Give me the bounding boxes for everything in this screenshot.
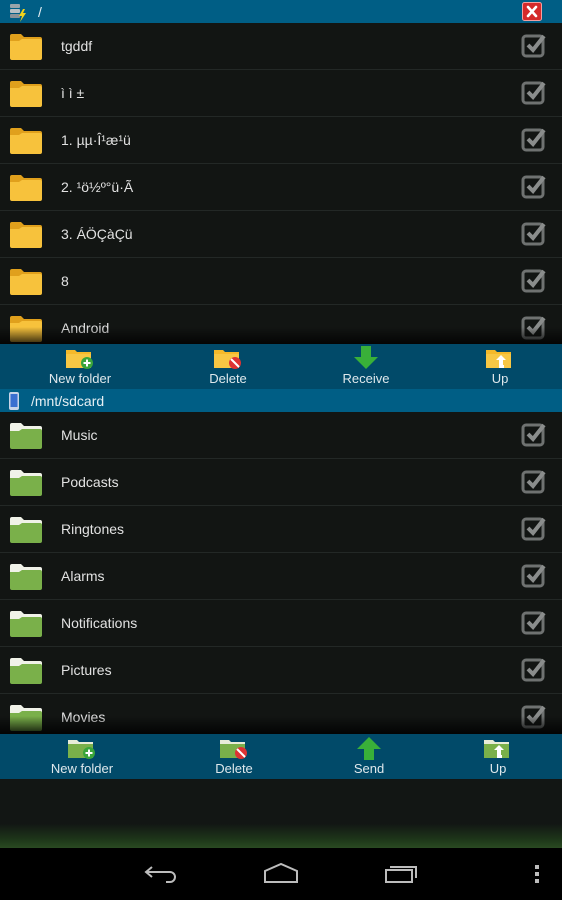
folder-row[interactable]: 1. µµ·Î¹æ¹ü (0, 117, 562, 164)
select-checkbox[interactable] (521, 174, 547, 200)
receive-button[interactable]: Receive (336, 344, 396, 389)
arrow-down-icon (354, 346, 378, 369)
new-folder-button[interactable]: New folder (40, 344, 120, 389)
new-folder-icon (68, 740, 95, 759)
folder-name: Android (61, 320, 110, 336)
select-checkbox[interactable] (521, 80, 547, 106)
folder-name: Pictures (61, 662, 112, 678)
folder-icon (10, 657, 42, 684)
folder-name: Notifications (61, 615, 138, 631)
root-storage-icon (10, 3, 26, 22)
folder-icon (10, 268, 42, 295)
receive-label: Receive (342, 371, 390, 386)
top-path-bar: / (0, 0, 562, 23)
select-checkbox[interactable] (521, 704, 547, 730)
current-path: / (38, 3, 42, 20)
folder-row[interactable]: Pictures (0, 647, 562, 694)
select-checkbox[interactable] (521, 127, 547, 153)
folder-row[interactable]: tgddf (0, 23, 562, 70)
folder-row[interactable]: Android (0, 305, 562, 345)
folder-name: 1. µµ·Î¹æ¹ü (61, 132, 131, 148)
folder-name: ì ì ± (61, 85, 85, 101)
select-checkbox[interactable] (521, 33, 547, 59)
send-button[interactable]: Send (339, 734, 399, 779)
delete-label: Delete (209, 371, 247, 386)
folder-icon (10, 516, 42, 543)
send-label: Send (353, 761, 385, 776)
folder-icon (10, 33, 42, 60)
up-label: Up (489, 761, 507, 776)
folder-icon (10, 174, 42, 201)
arrow-up-icon (357, 737, 381, 760)
recent-apps-icon[interactable] (383, 862, 421, 886)
folder-icon (10, 422, 42, 449)
folder-name: Music (61, 427, 98, 443)
current-path: /mnt/sdcard (31, 392, 105, 409)
folder-name: Podcasts (61, 474, 119, 490)
system-navigation-bar (0, 848, 562, 900)
select-checkbox[interactable] (521, 268, 547, 294)
new-folder-icon (66, 350, 93, 369)
folder-row[interactable]: Notifications (0, 600, 562, 647)
folder-name: Ringtones (61, 521, 125, 537)
back-icon[interactable] (142, 862, 180, 886)
bottom-toolbar: New folder Delete Send Up (0, 734, 562, 779)
folder-row[interactable]: Music (0, 412, 562, 459)
folder-name: Movies (61, 709, 106, 725)
delete-folder-icon (220, 740, 247, 759)
overflow-menu-icon[interactable] (532, 862, 542, 886)
folder-name: 3. ÁÖÇàÇü (61, 226, 133, 242)
folder-row[interactable]: Movies (0, 694, 562, 734)
folder-up-icon (484, 740, 509, 758)
top-toolbar: New folder Delete Receive Up (0, 344, 562, 389)
home-icon[interactable] (262, 862, 300, 886)
folder-name: Alarms (61, 568, 105, 584)
select-checkbox[interactable] (521, 469, 547, 495)
select-checkbox[interactable] (521, 516, 547, 542)
folder-name: 2. ¹ö½º°ü·Ã (61, 179, 134, 195)
folder-icon (10, 221, 42, 248)
select-checkbox[interactable] (521, 610, 547, 636)
new-folder-button[interactable]: New folder (42, 734, 122, 779)
folder-row[interactable]: 2. ¹ö½º°ü·Ã (0, 164, 562, 211)
folder-icon (10, 127, 42, 154)
select-checkbox[interactable] (521, 221, 547, 247)
up-button[interactable]: Up (468, 734, 528, 779)
folder-row[interactable]: Podcasts (0, 459, 562, 506)
delete-label: Delete (215, 761, 253, 776)
folder-icon (10, 80, 42, 107)
phone-storage-icon (9, 391, 19, 410)
folder-row[interactable]: 3. ÁÖÇàÇü (0, 211, 562, 258)
folder-icon (10, 610, 42, 637)
top-file-list[interactable]: tgddf ì ì ± 1. µµ·Î¹æ¹ü 2. ¹ö½º°ü·Ã 3. ÁÖÇàÇ… (0, 23, 562, 345)
select-checkbox[interactable] (521, 315, 547, 341)
select-checkbox[interactable] (521, 657, 547, 683)
folder-icon (10, 704, 42, 731)
folder-name: 8 (61, 273, 69, 289)
delete-button[interactable]: Delete (204, 734, 264, 779)
folder-icon (10, 315, 42, 342)
folder-row[interactable]: Alarms (0, 553, 562, 600)
delete-button[interactable]: Delete (198, 344, 258, 389)
up-button[interactable]: Up (470, 344, 530, 389)
folder-row[interactable]: 8 (0, 258, 562, 305)
folder-name: tgddf (61, 38, 93, 54)
delete-folder-icon (214, 350, 241, 369)
up-label: Up (491, 371, 509, 386)
folder-icon (10, 469, 42, 496)
bottom-path-bar: /mnt/sdcard (0, 389, 562, 412)
empty-area (0, 779, 562, 848)
folder-icon (10, 563, 42, 590)
close-icon[interactable] (522, 2, 542, 21)
new-folder-label: New folder (48, 371, 112, 386)
select-checkbox[interactable] (521, 563, 547, 589)
folder-row[interactable]: ì ì ± (0, 70, 562, 117)
folder-row[interactable]: Ringtones (0, 506, 562, 553)
bottom-file-list[interactable]: Music Podcasts Ringtones Alarms Notification… (0, 412, 562, 734)
folder-up-icon (486, 350, 511, 368)
new-folder-label: New folder (50, 761, 114, 776)
select-checkbox[interactable] (521, 422, 547, 448)
